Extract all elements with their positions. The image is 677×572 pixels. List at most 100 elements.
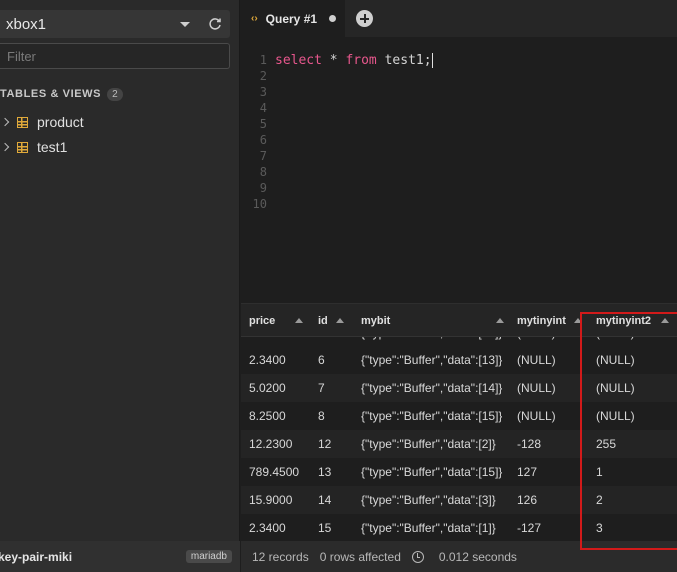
duration-text: 0.012 seconds [438,549,517,564]
chevron-right-icon[interactable] [0,117,10,127]
column-header-label: mytinyint [517,314,566,327]
table-row[interactable]: 12.2300 12 {"type":"Buffer","data":[2]} -12… [241,430,677,458]
sidebar-item-test1[interactable]: test1 [0,136,67,158]
table-cell-mybit: {"type":"Buffer","data":[2]} [361,437,496,451]
column-header-mybit[interactable]: mybit [361,304,505,337]
sidebar-item-product[interactable]: product [0,111,84,133]
table-cell-mytinyint: (NULL) [517,381,556,395]
database-name: xbox1 [6,15,47,33]
line-number: 5 [259,117,267,131]
text-cursor [431,52,433,68]
table-cell-price: 789.4500 [249,465,300,479]
sort-icon[interactable] [295,318,304,323]
add-tab-icon[interactable] [356,10,373,27]
table-cell-id: 15 [318,521,332,535]
rows-affected: 0 rows affected [319,549,401,564]
table-cell-mytinyint2: (NULL) [596,353,635,367]
status-bar: 12 records 0 rows affected 0.012 seconds [241,541,677,572]
column-header-mytinyint[interactable]: mytinyint [517,304,582,337]
editor-line: 6 [241,132,677,148]
code-fragment: * [321,52,346,68]
column-header-label: mybit [361,314,391,327]
table-cell-mytinyint: -127 [517,521,542,535]
table-cell-price: 2.3400 [249,353,286,367]
results-table[interactable]: price id mybit mytinyint mytinyint2 2.34… [241,303,677,541]
query-editor[interactable]: 1 select * from test1; 2 3 4 5 6 7 8 9 1… [241,37,677,303]
line-number: 6 [259,133,267,147]
database-selector[interactable]: xbox1 [0,10,230,38]
table-cell-mytinyint2: (NULL) [596,381,635,395]
table-cell-mybit: {"type":"Buffer","data":[15]} [361,465,503,479]
table-cell-price: 12.2300 [249,437,293,451]
line-number: 10 [252,197,267,211]
chevron-down-icon[interactable] [180,21,190,27]
sidebar: xbox1 TABLES & VIEWS 2 product test1 key… [0,0,240,572]
table-cell-mytinyint: (NULL) [517,353,556,367]
table-row[interactable]: 2.3400 15 {"type":"Buffer","data":[1]} -127… [241,514,677,541]
table-row[interactable]: 8.2500 8 {"type":"Buffer","data":[15]} (NUL… [241,402,677,430]
table-cell-id: 13 [318,465,332,479]
table-cell-mybit: {"type":"Buffer","data":[3]} [361,493,496,507]
results-header: price id mybit mytinyint mytinyint2 [241,304,677,337]
keyword: select [275,52,322,68]
sort-icon[interactable] [661,318,670,323]
editor-line: 8 [241,164,677,180]
sort-icon[interactable] [335,318,344,323]
table-cell-mytinyint2: 1 [596,465,603,479]
table-row[interactable]: 789.4500 13 {"type":"Buffer","data":[15]} 1… [241,458,677,486]
editor-line: 3 [241,84,677,100]
table-cell-mybit: {"type":"Buffer","data":[13]} [361,353,503,367]
table-cell-price: 2.3400 [249,521,286,535]
table-cell-price: 5.0200 [249,381,286,395]
sort-icon[interactable] [496,318,505,323]
line-number: 4 [259,101,267,115]
tab-query-1[interactable]: ‹› Query #1 [241,0,345,37]
table-row[interactable]: 15.9000 14 {"type":"Buffer","data":[3]} 126… [241,486,677,514]
line-number: 3 [259,85,267,99]
records-count: 12 records [252,549,309,564]
filter-input[interactable] [0,43,230,69]
refresh-icon[interactable] [208,17,222,31]
unsaved-dot-icon[interactable] [329,15,337,22]
column-header-label: mytinyint2 [596,314,652,327]
sidebar-item-label: test1 [37,139,68,155]
table-row[interactable]: 5.0200 7 {"type":"Buffer","data":[14]} (NUL… [241,374,677,402]
line-number: 1 [259,53,267,67]
chevron-right-icon[interactable] [0,142,10,152]
table-cell-mytinyint: -128 [517,437,542,451]
column-header-price[interactable]: price [249,304,304,337]
connection-type-badge: mariadb [185,550,232,563]
line-number: 9 [259,181,267,195]
section-title: TABLES & VIEWS [0,88,102,100]
connection-bar[interactable]: key-pair-miki mariadb [0,541,240,572]
table-cell-id: 14 [318,493,332,507]
table-cell-mytinyint2: 3 [596,521,603,535]
table-icon [17,141,28,153]
line-number: 7 [259,149,267,163]
tables-views-header[interactable]: TABLES & VIEWS 2 [0,86,123,102]
column-header-label: price [249,314,276,327]
editor-line: 5 [241,116,677,132]
column-header-mytinyint2[interactable]: mytinyint2 [596,304,670,337]
table-cell-id: 6 [318,353,325,367]
editor-line: 2 [241,68,677,84]
editor-line: 7 [241,148,677,164]
table-cell-mybit: {"type":"Buffer","data":[1]} [361,521,496,535]
table-cell-id: 8 [318,409,325,423]
tables-count-badge: 2 [107,87,123,101]
table-cell-id: 12 [318,437,332,451]
table-cell-mytinyint: 126 [517,493,538,507]
table-cell-mybit: {"type":"Buffer","data":[14]} [361,381,503,395]
table-row[interactable]: 2.3400 6 {"type":"Buffer","data":[13]} (NUL… [241,346,677,374]
query-duration: 0.012 seconds [411,549,517,564]
tab-bar: ‹› Query #1 [241,0,677,37]
table-cell-mybit: {"type":"Buffer","data":[15]} [361,409,503,423]
table-cell-mytinyint: (NULL) [517,409,556,423]
column-header-id[interactable]: id [318,304,344,337]
editor-line: 4 [241,100,677,116]
editor-line: 1 select * from test1; [241,52,677,68]
sort-icon[interactable] [573,318,582,323]
main-panel: ‹› Query #1 1 select * from test1; 2 3 4… [241,0,677,572]
table-cell-mytinyint: 127 [517,465,538,479]
table-cell-id: 7 [318,381,325,395]
